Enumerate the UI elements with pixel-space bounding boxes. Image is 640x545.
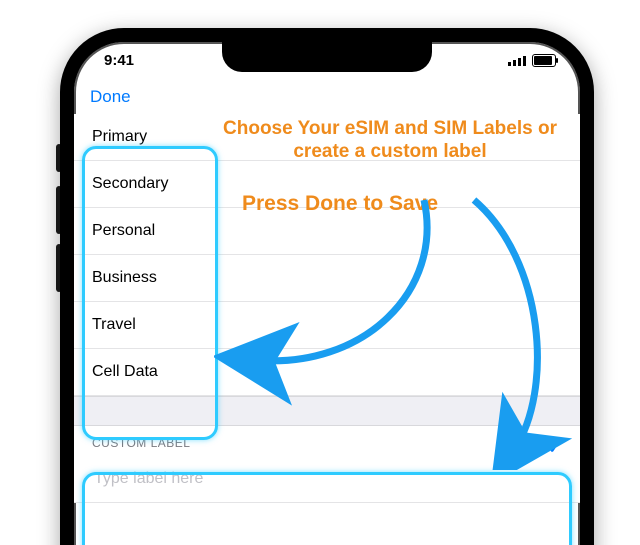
- label-option-travel[interactable]: Travel: [74, 302, 580, 349]
- checkmark-icon: ✓: [548, 432, 562, 466]
- status-right: [508, 54, 556, 67]
- label-option-secondary[interactable]: Secondary: [74, 161, 580, 208]
- screen: Done Primary Secondary Personal Business…: [74, 80, 580, 545]
- custom-label-input[interactable]: [92, 469, 562, 489]
- label-list: Primary Secondary Personal Business Trav…: [74, 114, 580, 396]
- label-option-personal[interactable]: Personal: [74, 208, 580, 255]
- custom-label-row[interactable]: [74, 456, 580, 503]
- nav-bar: Done: [74, 80, 580, 114]
- label-option-primary[interactable]: Primary: [74, 114, 580, 161]
- battery-icon: [532, 54, 556, 67]
- done-button[interactable]: Done: [90, 87, 131, 107]
- status-bar: 9:41: [74, 52, 580, 74]
- stage: 9:41 Done Primary Secondary Personal Bus…: [0, 0, 640, 545]
- phone-frame: 9:41 Done Primary Secondary Personal Bus…: [60, 28, 594, 545]
- custom-label-header-text: CUSTOM LABEL: [92, 436, 190, 450]
- label-option-business[interactable]: Business: [74, 255, 580, 302]
- label-option-celldata[interactable]: Cell Data: [74, 349, 580, 396]
- section-gap: [74, 396, 580, 426]
- custom-label-header: CUSTOM LABEL ✓: [74, 426, 580, 456]
- signal-icon: [508, 56, 526, 66]
- status-time: 9:41: [104, 52, 134, 69]
